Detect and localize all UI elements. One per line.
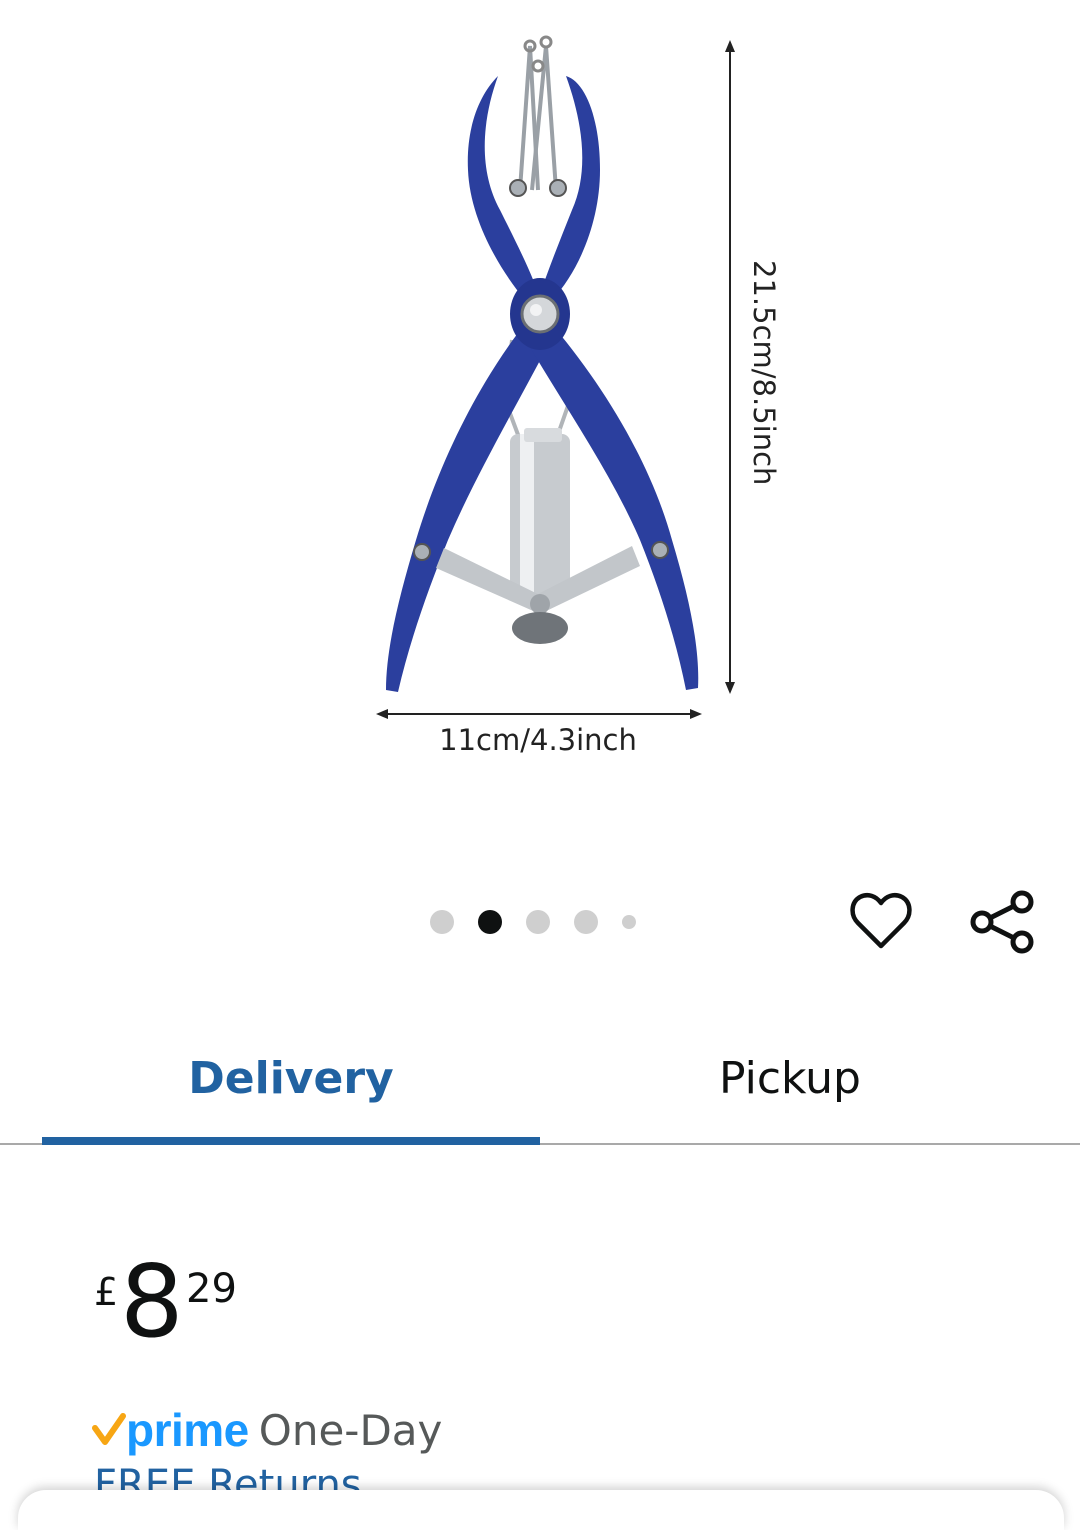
carousel-dot[interactable] (430, 910, 454, 934)
prime-logo-text: prime (126, 1404, 249, 1456)
height-dimension-arrow (725, 40, 735, 694)
price-currency: £ (94, 1270, 119, 1314)
carousel-dot-active[interactable] (478, 910, 502, 934)
tab-delivery[interactable]: Delivery (42, 1010, 540, 1146)
width-dimension-label: 11cm/4.3inch (439, 723, 637, 757)
prime-delivery-badge: prime One-Day (92, 1400, 442, 1460)
heart-outline-icon[interactable] (848, 888, 914, 954)
carousel-dot[interactable] (574, 910, 598, 934)
fulfillment-tabs: Delivery Pickup (0, 1010, 1080, 1146)
tab-selected-indicator (42, 1137, 540, 1145)
tab-pickup[interactable]: Pickup (540, 1010, 1040, 1146)
carousel-dot[interactable] (526, 910, 550, 934)
price-whole: 8 (120, 1243, 184, 1360)
elastrator-pliers-illustration (386, 35, 699, 692)
carousel-dot[interactable] (622, 915, 636, 929)
bottom-sheet[interactable] (18, 1490, 1064, 1530)
share-icon[interactable] (968, 888, 1036, 956)
price-fraction: 29 (186, 1266, 237, 1312)
width-dimension-arrow (376, 709, 702, 719)
image-carousel-indicator[interactable] (430, 908, 660, 936)
prime-check-icon (92, 1413, 126, 1445)
prime-speed-label: One-Day (258, 1405, 443, 1455)
height-dimension-label: 21.5cm/8.5inch (747, 260, 781, 485)
product-image[interactable]: 21.5cm/8.5inch 11cm/4.3inch (0, 0, 1080, 860)
